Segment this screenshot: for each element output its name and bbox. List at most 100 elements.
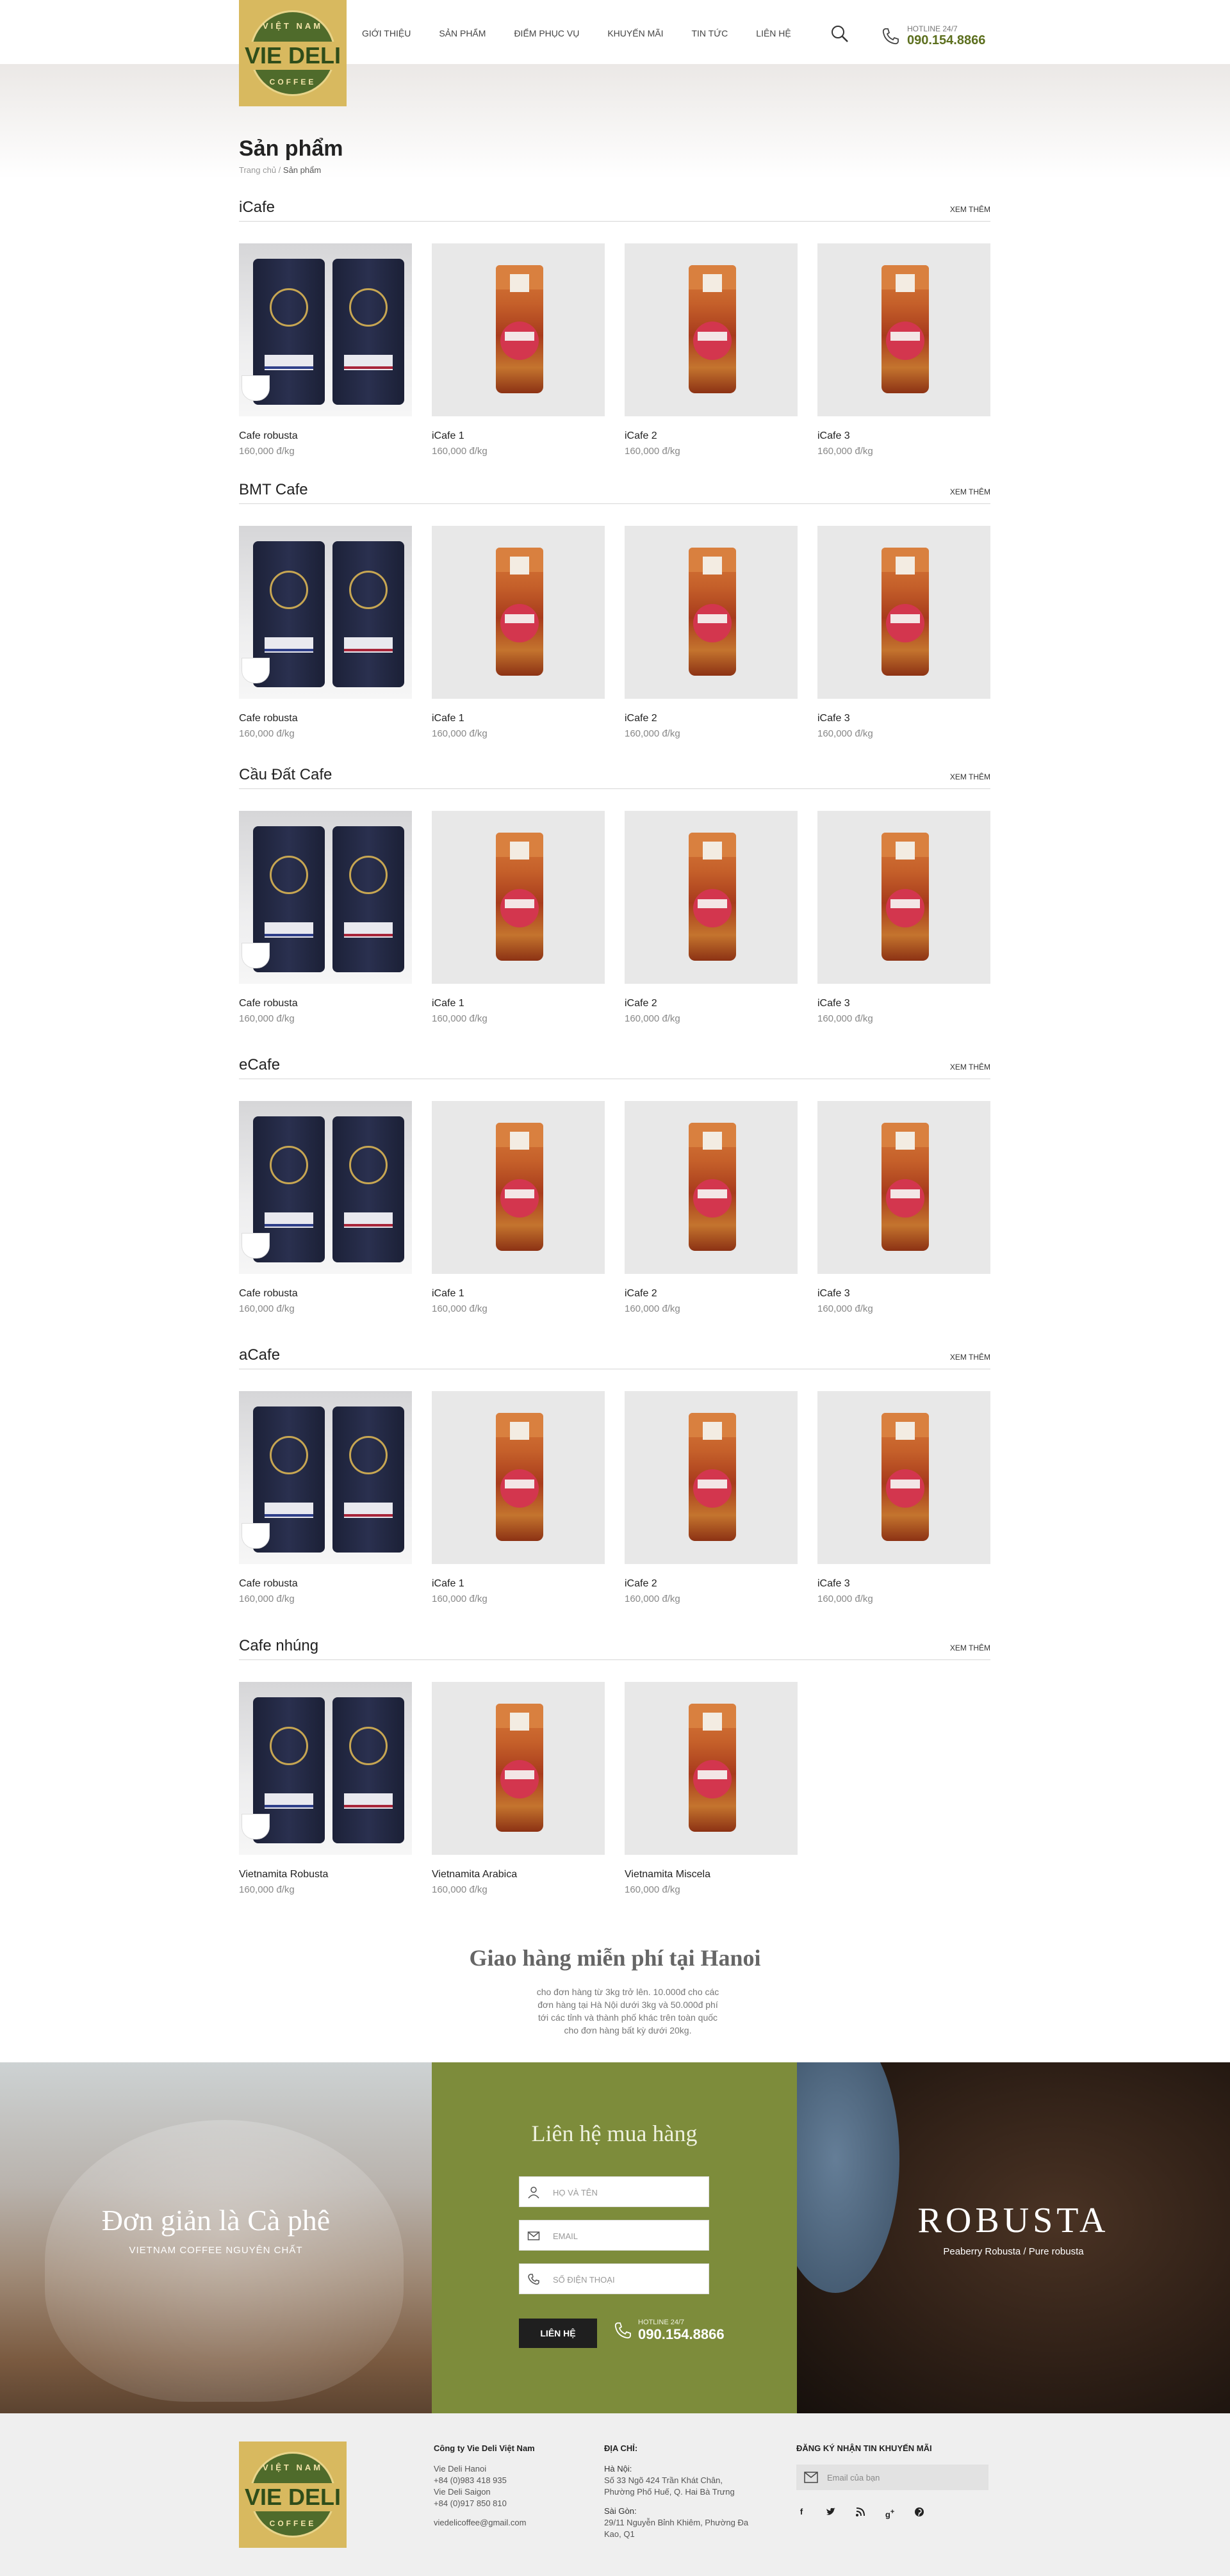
newsletter-email-input[interactable] — [827, 2471, 981, 2484]
product-name[interactable]: Vietnamita Robusta — [239, 1869, 412, 1880]
nav-lien-he[interactable]: LIÊN HỆ — [756, 28, 791, 38]
product-image[interactable] — [817, 1391, 990, 1564]
product-image[interactable] — [817, 811, 990, 984]
product-card[interactable]: iCafe 1 160,000 đ/kg — [432, 1391, 605, 1604]
product-name[interactable]: iCafe 3 — [817, 1578, 990, 1590]
search-icon[interactable] — [830, 24, 849, 44]
nav-tin-tuc[interactable]: TIN TỨC — [691, 28, 728, 38]
product-name[interactable]: iCafe 2 — [625, 998, 798, 1009]
product-name[interactable]: Cafe robusta — [239, 713, 412, 724]
nav-diem-phuc-vu[interactable]: ĐIỂM PHỤC VỤ — [514, 28, 579, 38]
phone-field[interactable] — [519, 2263, 709, 2294]
product-image[interactable] — [239, 526, 412, 699]
product-card[interactable]: iCafe 1 160,000 đ/kg — [432, 1101, 605, 1314]
product-image[interactable] — [239, 1682, 412, 1855]
product-name[interactable]: iCafe 3 — [817, 998, 990, 1009]
product-name[interactable]: iCafe 3 — [817, 713, 990, 724]
product-card[interactable]: iCafe 1 160,000 đ/kg — [432, 811, 605, 1024]
product-card[interactable]: Cafe robusta 160,000 đ/kg — [239, 1101, 412, 1314]
product-name[interactable]: Vietnamita Miscela — [625, 1869, 798, 1880]
see-more-link[interactable]: XEM THÊM — [950, 1353, 990, 1362]
product-card[interactable]: iCafe 1 160,000 đ/kg — [432, 243, 605, 457]
product-card[interactable]: Cafe robusta 160,000 đ/kg — [239, 526, 412, 739]
product-image[interactable] — [239, 243, 412, 416]
product-image[interactable] — [239, 1391, 412, 1564]
google-plus-icon[interactable]: g+ — [885, 2507, 895, 2519]
product-image[interactable] — [625, 526, 798, 699]
product-name[interactable]: iCafe 2 — [625, 1288, 798, 1300]
name-input[interactable] — [553, 2185, 700, 2200]
see-more-link[interactable]: XEM THÊM — [950, 487, 990, 496]
product-name[interactable]: iCafe 1 — [432, 1578, 605, 1590]
product-name[interactable]: Cafe robusta — [239, 1288, 412, 1300]
product-image[interactable] — [625, 1682, 798, 1855]
footer-logo[interactable]: VIỆT NAM VIE DELI COFFEE — [239, 2441, 347, 2548]
product-image[interactable] — [239, 811, 412, 984]
product-name[interactable]: iCafe 1 — [432, 1288, 605, 1300]
product-card[interactable]: iCafe 2 160,000 đ/kg — [625, 243, 798, 457]
product-card[interactable]: iCafe 3 160,000 đ/kg — [817, 243, 990, 457]
product-card[interactable]: Vietnamita Miscela 160,000 đ/kg — [625, 1682, 798, 1895]
contact-submit-button[interactable]: LIÊN HỆ — [519, 2319, 597, 2348]
site-logo[interactable]: VIỆT NAM VIE DELI COFFEE — [239, 0, 347, 106]
product-card[interactable]: Cafe robusta 160,000 đ/kg — [239, 811, 412, 1024]
facebook-icon[interactable]: f — [796, 2507, 807, 2517]
product-image[interactable] — [625, 1101, 798, 1274]
product-image[interactable] — [817, 243, 990, 416]
see-more-link[interactable]: XEM THÊM — [950, 772, 990, 781]
product-name[interactable]: Cafe robusta — [239, 1578, 412, 1590]
rss-icon[interactable] — [855, 2507, 865, 2517]
footer-email[interactable]: viedelicoffee@gmail.com — [434, 2517, 562, 2529]
product-image[interactable] — [625, 811, 798, 984]
email-field[interactable] — [519, 2220, 709, 2251]
saigon-phone[interactable]: +84 (0)917 850 810 — [434, 2498, 562, 2509]
product-image[interactable] — [625, 1391, 798, 1564]
breadcrumb-home[interactable]: Trang chủ — [239, 165, 276, 175]
product-card[interactable]: iCafe 3 160,000 đ/kg — [817, 526, 990, 739]
product-image[interactable] — [625, 243, 798, 416]
product-card[interactable]: iCafe 3 160,000 đ/kg — [817, 811, 990, 1024]
product-image[interactable] — [432, 526, 605, 699]
product-name[interactable]: Cafe robusta — [239, 430, 412, 442]
product-name[interactable]: Cafe robusta — [239, 998, 412, 1009]
product-image[interactable] — [817, 526, 990, 699]
twitter-icon[interactable] — [826, 2507, 836, 2517]
product-name[interactable]: iCafe 1 — [432, 713, 605, 724]
product-name[interactable]: iCafe 1 — [432, 998, 605, 1009]
nav-san-pham[interactable]: SẢN PHẨM — [439, 28, 486, 38]
product-card[interactable]: Cafe robusta 160,000 đ/kg — [239, 1391, 412, 1604]
product-name[interactable]: iCafe 3 — [817, 1288, 990, 1300]
form-hotline[interactable]: HOTLINE 24/7 090.154.8866 — [612, 2319, 725, 2343]
product-card[interactable]: Vietnamita Arabica 160,000 đ/kg — [432, 1682, 605, 1895]
nav-gioi-thieu[interactable]: GIỚI THIỆU — [362, 28, 411, 38]
product-name[interactable]: Vietnamita Arabica — [432, 1869, 605, 1880]
product-name[interactable]: iCafe 3 — [817, 430, 990, 442]
product-card[interactable]: iCafe 2 160,000 đ/kg — [625, 1101, 798, 1314]
product-name[interactable]: iCafe 2 — [625, 713, 798, 724]
pinterest-icon[interactable] — [914, 2507, 924, 2517]
product-card[interactable]: iCafe 1 160,000 đ/kg — [432, 526, 605, 739]
product-name[interactable]: iCafe 2 — [625, 430, 798, 442]
see-more-link[interactable]: XEM THÊM — [950, 205, 990, 214]
product-image[interactable] — [239, 1101, 412, 1274]
product-image[interactable] — [432, 1682, 605, 1855]
product-image[interactable] — [817, 1101, 990, 1274]
product-card[interactable]: iCafe 2 160,000 đ/kg — [625, 1391, 798, 1604]
product-card[interactable]: Cafe robusta 160,000 đ/kg — [239, 243, 412, 457]
header-hotline[interactable]: HOTLINE 24/7 090.154.8866 — [880, 24, 985, 48]
newsletter-field[interactable] — [796, 2465, 988, 2490]
nav-khuyen-mai[interactable]: KHUYẾN MÃI — [607, 28, 663, 38]
product-card[interactable]: iCafe 3 160,000 đ/kg — [817, 1391, 990, 1604]
product-card[interactable]: Vietnamita Robusta 160,000 đ/kg — [239, 1682, 412, 1895]
product-image[interactable] — [432, 1101, 605, 1274]
email-input[interactable] — [553, 2228, 700, 2244]
see-more-link[interactable]: XEM THÊM — [950, 1063, 990, 1072]
product-card[interactable]: iCafe 2 160,000 đ/kg — [625, 526, 798, 739]
product-image[interactable] — [432, 811, 605, 984]
name-field[interactable] — [519, 2176, 709, 2207]
product-image[interactable] — [432, 243, 605, 416]
product-image[interactable] — [432, 1391, 605, 1564]
product-name[interactable]: iCafe 1 — [432, 430, 605, 442]
product-card[interactable]: iCafe 2 160,000 đ/kg — [625, 811, 798, 1024]
hanoi-phone[interactable]: +84 (0)983 418 935 — [434, 2475, 562, 2486]
